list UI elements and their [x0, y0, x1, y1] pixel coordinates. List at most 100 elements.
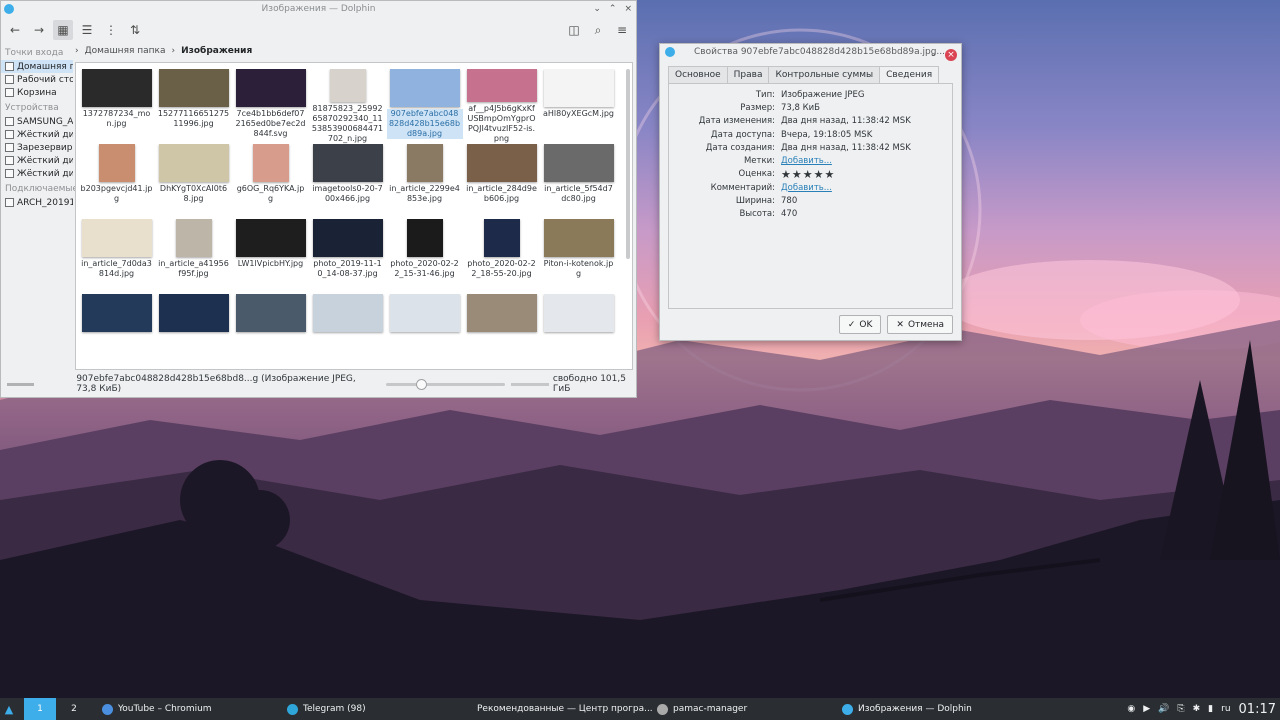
task-pamac[interactable]: pamac-manager: [651, 698, 836, 720]
sidebar-item-device[interactable]: Зарезервир: [1, 141, 73, 154]
file-name: photo_2020-02-22_18-55-20.jpg: [467, 259, 536, 278]
toolbar: ← → ▦ ☰ ⋮ ⇅ ◫ ⌕ ≡: [1, 17, 636, 43]
minimize-icon[interactable]: ⌄: [593, 1, 601, 17]
sidebar-item-device[interactable]: SAMSUNG_Ar: [1, 115, 73, 128]
search-icon[interactable]: ⌕: [588, 20, 608, 40]
clock[interactable]: 01:17: [1239, 702, 1276, 717]
file-item[interactable]: g6OG_Rq6YKA.jpg: [232, 144, 309, 219]
file-item[interactable]: b203pgevcjd41.jpg: [78, 144, 155, 219]
file-thumbnail: [158, 69, 229, 107]
breadcrumb-home[interactable]: Домашняя папка: [85, 46, 166, 56]
breadcrumb: › Домашняя папка › Изображения: [75, 46, 252, 56]
zoom-slider[interactable]: [386, 378, 505, 390]
file-item[interactable]: LW1lVpicbHY.jpg: [232, 219, 309, 294]
volume-icon[interactable]: 🔊: [1158, 704, 1169, 714]
file-item[interactable]: [463, 294, 540, 369]
file-item[interactable]: aHl80yXEGcM.jpg: [540, 69, 617, 144]
file-item[interactable]: photo_2020-02-22_18-55-20.jpg: [463, 219, 540, 294]
file-item[interactable]: [309, 294, 386, 369]
detail-value: Изображение JPEG: [781, 89, 865, 100]
file-name: photo_2020-02-22_15-31-46.jpg: [390, 259, 459, 278]
sidebar-item-device[interactable]: Жёсткий дис: [1, 154, 73, 167]
sidebar-item-trash[interactable]: Корзина: [1, 86, 73, 99]
task-telegram[interactable]: Telegram (98): [281, 698, 466, 720]
maximize-icon[interactable]: ⌃: [609, 1, 617, 17]
app-launcher-icon[interactable]: ▲: [0, 703, 18, 716]
sidebar-item-device[interactable]: Жёсткий дис: [1, 167, 73, 180]
forward-arrow-icon[interactable]: →: [29, 20, 49, 40]
sidebar-item-desktop[interactable]: Рабочий сто: [1, 73, 73, 86]
file-item[interactable]: 907ebfe7abc048828d428b15e68bd89a.jpg: [386, 69, 463, 144]
desktop-2[interactable]: 2: [56, 698, 92, 720]
file-view[interactable]: 1372787234_mon.jpg 1527711665127511996.jp…: [75, 62, 633, 370]
hard-disk-icon: [5, 143, 14, 152]
file-item[interactable]: Piton-i-kotenok.jpg: [540, 219, 617, 294]
file-item[interactable]: 1527711665127511996.jpg: [155, 69, 232, 144]
file-item[interactable]: in_article_2299e4853e.jpg: [386, 144, 463, 219]
zoom-slider-handle[interactable]: [416, 378, 428, 390]
file-item[interactable]: [232, 294, 309, 369]
file-item[interactable]: [155, 294, 232, 369]
file-item[interactable]: af__p4J5b6gKxKfUSBmpOmYgprOPQJI4tvuzIF52…: [463, 69, 540, 144]
dialog-titlebar[interactable]: Свойства 907ebfe7abc048828d428b15e68bd89…: [660, 44, 961, 61]
sidebar-item-device[interactable]: Жёсткий дис: [1, 128, 73, 141]
back-arrow-icon[interactable]: ←: [5, 20, 25, 40]
clipboard-icon[interactable]: ⎘: [1177, 704, 1184, 714]
battery-icon[interactable]: ▮: [1208, 704, 1213, 714]
cancel-button[interactable]: ✕ Отмена: [887, 315, 953, 334]
file-item[interactable]: 81875823_2599265870292340_11538539006844…: [309, 69, 386, 144]
breadcrumb-current[interactable]: Изображения: [181, 46, 252, 56]
file-item[interactable]: photo_2019-11-10_14-08-37.jpg: [309, 219, 386, 294]
keyboard-layout[interactable]: ru: [1221, 704, 1230, 714]
detail-row: Метки: Добавить...: [669, 154, 952, 167]
close-icon[interactable]: ×: [945, 48, 957, 61]
file-item[interactable]: 7ce4b1bb6def072165ed0be7ec2d844f.svg: [232, 69, 309, 144]
tab-2[interactable]: Контрольные суммы: [768, 66, 881, 83]
properties-dialog: Свойства 907ebfe7abc048828d428b15e68bd89…: [659, 43, 962, 341]
details-view-icon[interactable]: ⋮: [101, 20, 121, 40]
file-item[interactable]: DhKYgT0XcAI0t68.jpg: [155, 144, 232, 219]
icons-view-icon[interactable]: ▦: [53, 20, 73, 40]
file-item[interactable]: in_article_5f54d7dc80.jpg: [540, 144, 617, 219]
tab-1[interactable]: Права: [726, 66, 770, 83]
split-view-icon[interactable]: ◫: [564, 20, 584, 40]
sort-icon[interactable]: ⇅: [125, 20, 145, 40]
compact-view-icon[interactable]: ☰: [77, 20, 97, 40]
task-discover[interactable]: Рекомендованные — Центр програ...: [466, 698, 653, 720]
rating-stars[interactable]: ★★★★★: [781, 168, 835, 181]
file-item[interactable]: imagetools0-20-700x466.jpg: [309, 144, 386, 219]
file-item[interactable]: in_article_a41956f95f.jpg: [155, 219, 232, 294]
dolphin-titlebar[interactable]: Изображения — Dolphin ⌄ ⌃ ×: [1, 1, 636, 17]
hard-disk-icon: [5, 130, 14, 139]
file-item[interactable]: in_article_284d9eb606.jpg: [463, 144, 540, 219]
file-item[interactable]: 1372787234_mon.jpg: [78, 69, 155, 144]
network-icon[interactable]: ◉: [1127, 704, 1135, 714]
minimize-icon[interactable]: ⌄: [929, 46, 937, 63]
file-item[interactable]: in_article_7d0da3814d.jpg: [78, 219, 155, 294]
detail-key: Метки:: [743, 156, 775, 167]
bluetooth-icon[interactable]: ✱: [1193, 704, 1201, 714]
tab-3[interactable]: Сведения: [879, 66, 940, 83]
file-thumbnail: [81, 69, 152, 107]
sidebar-item-connected[interactable]: ARCH_201912: [1, 196, 73, 209]
file-thumbnail: [466, 294, 537, 332]
tab-0[interactable]: Основное: [668, 66, 728, 83]
sidebar-item-home[interactable]: Домашняя па: [1, 60, 73, 73]
task-chromium[interactable]: YouTube – Chromium: [96, 698, 281, 720]
add-link[interactable]: Добавить...: [781, 183, 832, 193]
file-thumbnail: [312, 219, 383, 257]
vertical-scrollbar[interactable]: [626, 69, 630, 259]
dolphin-window: Изображения — Dolphin ⌄ ⌃ × ← → ▦ ☰ ⋮ ⇅ …: [0, 0, 637, 398]
file-item[interactable]: [78, 294, 155, 369]
ok-button[interactable]: ✓ OK: [838, 315, 882, 334]
file-item[interactable]: [540, 294, 617, 369]
file-item[interactable]: [386, 294, 463, 369]
media-player-icon[interactable]: ▶: [1143, 704, 1150, 714]
hamburger-menu-icon[interactable]: ≡: [612, 20, 632, 40]
close-icon[interactable]: ×: [624, 1, 632, 17]
task-dolphin[interactable]: Изображения — Dolphin: [836, 698, 1021, 720]
add-link[interactable]: Добавить...: [781, 156, 832, 166]
desktop-1[interactable]: 1: [20, 698, 56, 720]
file-item[interactable]: photo_2020-02-22_15-31-46.jpg: [386, 219, 463, 294]
file-thumbnail: [158, 294, 229, 332]
